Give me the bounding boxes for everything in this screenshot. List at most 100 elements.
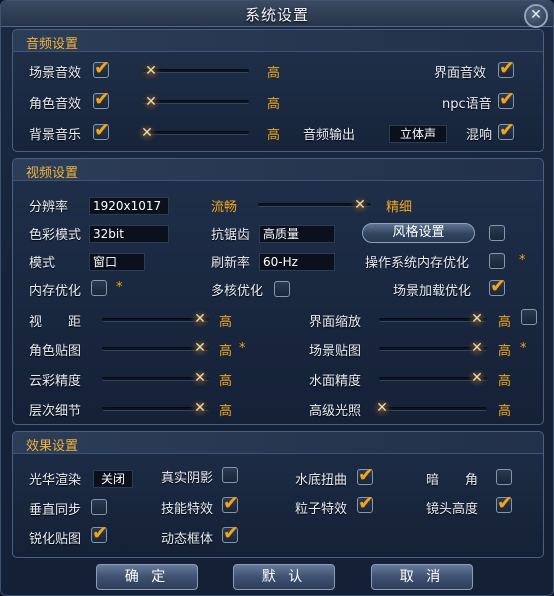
vsync-checkbox[interactable] [91,499,107,515]
npc-voice-label: npc语音 [442,97,492,112]
underwater-label: 水底扭曲 [295,473,348,488]
refresh-rate-select[interactable]: 60-Hz [259,253,335,271]
mode-select[interactable]: 窗口 [89,253,145,271]
slider-thumb-icon[interactable]: ✕ [190,400,210,416]
lens-height-label: 镜头高度 [426,502,479,517]
quality-left-label: 流畅 [211,200,238,215]
os-memory-star: * [519,253,526,268]
slider-thumb-icon[interactable]: ✕ [190,311,210,327]
bgm-slider[interactable] [143,131,249,135]
default-button[interactable]: 默 认 [233,564,335,590]
effects-panel-title: 效果设置 [26,439,79,454]
slider-thumb-icon[interactable]: ✕ [137,125,157,141]
scene-texture-label: 场景贴图 [309,344,362,359]
shadow-checkbox[interactable] [222,467,238,483]
resolution-select[interactable]: 1920x1017 [89,197,169,215]
role-sound-checkbox[interactable] [93,88,110,110]
underwater-checkbox[interactable] [357,464,374,486]
vignette-label: 暗 角 [426,473,479,488]
role-sound-label: 角色音效 [29,97,82,112]
ui-sound-label: 界面音效 [434,66,487,81]
slider-thumb-icon[interactable]: ✕ [467,370,487,386]
slider-thumb-icon[interactable]: ✕ [467,311,487,327]
slider-thumb-icon[interactable]: ✕ [190,340,210,356]
slider-thumb-icon[interactable]: ✕ [350,197,370,213]
slider-thumb-icon[interactable]: ✕ [190,370,210,386]
memory-opt-star: * [116,280,123,295]
reverb-label: 混响 [466,128,493,143]
memory-opt-checkbox[interactable] [91,280,107,296]
lod-value: 高 [219,404,233,419]
title-bar[interactable]: 系统设置 [1,1,553,27]
effects-panel-header: 效果设置 [13,432,543,454]
antialias-select[interactable]: 高质量 [259,225,335,243]
ui-scale-checkbox[interactable] [521,309,537,325]
window-title: 系统设置 [244,6,309,24]
audio-output-label: 音频输出 [303,128,356,143]
mode-label: 模式 [29,256,56,271]
bgm-value: 高 [267,128,281,143]
scene-texture-star: * [520,341,527,356]
cancel-button[interactable]: 取 消 [371,564,473,590]
refresh-rate-label: 刷新率 [211,256,251,271]
role-texture-value: 高 [219,344,233,359]
cloud-value: 高 [219,374,233,389]
shadow-label: 真实阴影 [161,471,214,486]
particle-checkbox[interactable] [357,492,374,514]
vignette-checkbox[interactable] [496,469,512,485]
view-distance-label: 视 距 [29,315,82,330]
scene-sound-checkbox[interactable] [93,57,110,79]
ok-button[interactable]: 确 定 [96,564,198,590]
hdr-light-slider[interactable] [379,407,487,411]
slider-thumb-icon[interactable]: ✕ [141,63,161,79]
ui-scale-value: 高 [498,315,512,330]
cloud-label: 云彩精度 [29,374,82,389]
os-memory-checkbox[interactable] [489,253,505,269]
water-value: 高 [498,374,512,389]
bloom-label: 光华渲染 [29,473,82,488]
role-sound-value: 高 [267,97,281,112]
npc-voice-checkbox[interactable] [498,88,515,110]
view-distance-value: 高 [219,315,233,330]
quality-right-label: 精细 [386,200,413,215]
audio-panel-header: 音频设置 [13,30,543,52]
bloom-select[interactable]: 关闭 [93,470,133,488]
multicore-label: 多核优化 [211,284,264,299]
skill-fx-label: 技能特效 [161,502,214,517]
antialias-label: 抗锯齿 [211,228,251,243]
settings-window: 系统设置 ✕ 音频设置 场景音效 ✕ 高 界面音效 角色音效 ✕ 高 npc语音… [0,0,554,596]
os-memory-label: 操作系统内存优化 [365,256,470,271]
bgm-checkbox[interactable] [93,119,110,141]
video-panel-title: 视频设置 [26,166,79,181]
slider-thumb-icon[interactable]: ✕ [141,94,161,110]
scene-sound-value: 高 [267,66,281,81]
slider-thumb-icon[interactable]: ✕ [372,400,392,416]
scene-loading-checkbox[interactable] [489,275,506,297]
ui-sound-checkbox[interactable] [498,57,515,79]
dynamic-frame-checkbox[interactable] [222,522,239,544]
video-panel-header: 视频设置 [13,159,543,181]
style-settings-button[interactable]: 风格设置 [362,223,475,243]
color-mode-label: 色彩模式 [29,228,82,243]
lens-height-checkbox[interactable] [496,492,513,514]
role-texture-label: 角色贴图 [29,344,82,359]
hdr-light-value: 高 [498,404,512,419]
close-icon: ✕ [530,7,542,23]
bgm-label: 背景音乐 [29,128,82,143]
scene-loading-label: 场景加载优化 [393,284,472,299]
resolution-label: 分辨率 [29,200,69,215]
reverb-checkbox[interactable] [498,119,515,141]
style-settings-checkbox[interactable] [489,225,505,241]
sharpen-checkbox[interactable] [91,522,108,544]
ui-scale-label: 界面缩放 [309,315,362,330]
close-button[interactable]: ✕ [524,4,548,28]
audio-panel-title: 音频设置 [26,37,79,52]
color-mode-select[interactable]: 32bit [89,225,169,243]
lod-label: 层次细节 [29,404,82,419]
skill-fx-checkbox[interactable] [222,492,239,514]
sharpen-label: 锐化贴图 [29,532,82,547]
slider-thumb-icon[interactable]: ✕ [467,340,487,356]
audio-output-select[interactable]: 立体声 [389,125,447,143]
multicore-checkbox[interactable] [274,281,290,297]
water-label: 水面精度 [309,374,362,389]
